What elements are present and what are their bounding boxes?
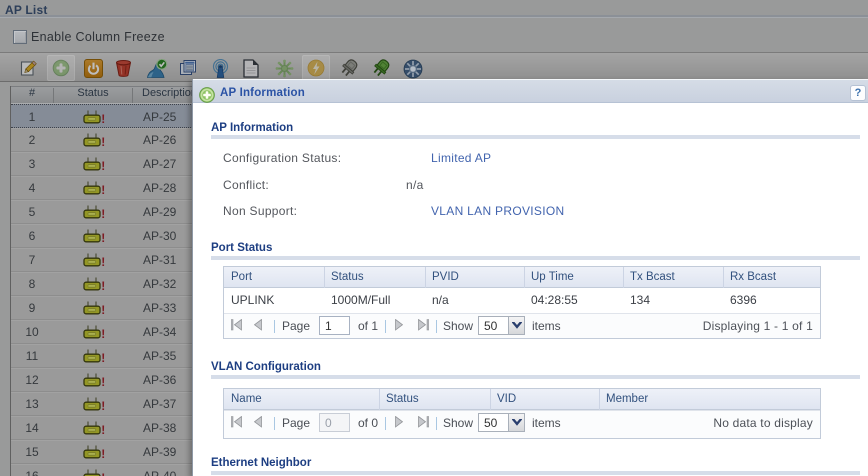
svg-text:!: !: [101, 327, 105, 341]
svg-text:!: !: [101, 231, 105, 245]
svg-text:!: !: [101, 423, 105, 437]
svg-text:!: !: [101, 447, 105, 461]
svg-text:!: !: [101, 255, 105, 269]
svg-text:!: !: [101, 183, 105, 197]
svg-text:!: !: [101, 471, 105, 476]
svg-text:!: !: [101, 303, 105, 317]
svg-text:!: !: [101, 279, 105, 293]
svg-text:!: !: [101, 351, 105, 365]
svg-text:!: !: [101, 112, 105, 126]
svg-text:!: !: [101, 375, 105, 389]
svg-text:!: !: [101, 399, 105, 413]
svg-text:!: !: [101, 159, 105, 173]
svg-text:!: !: [101, 135, 105, 149]
svg-text:!: !: [101, 207, 105, 221]
